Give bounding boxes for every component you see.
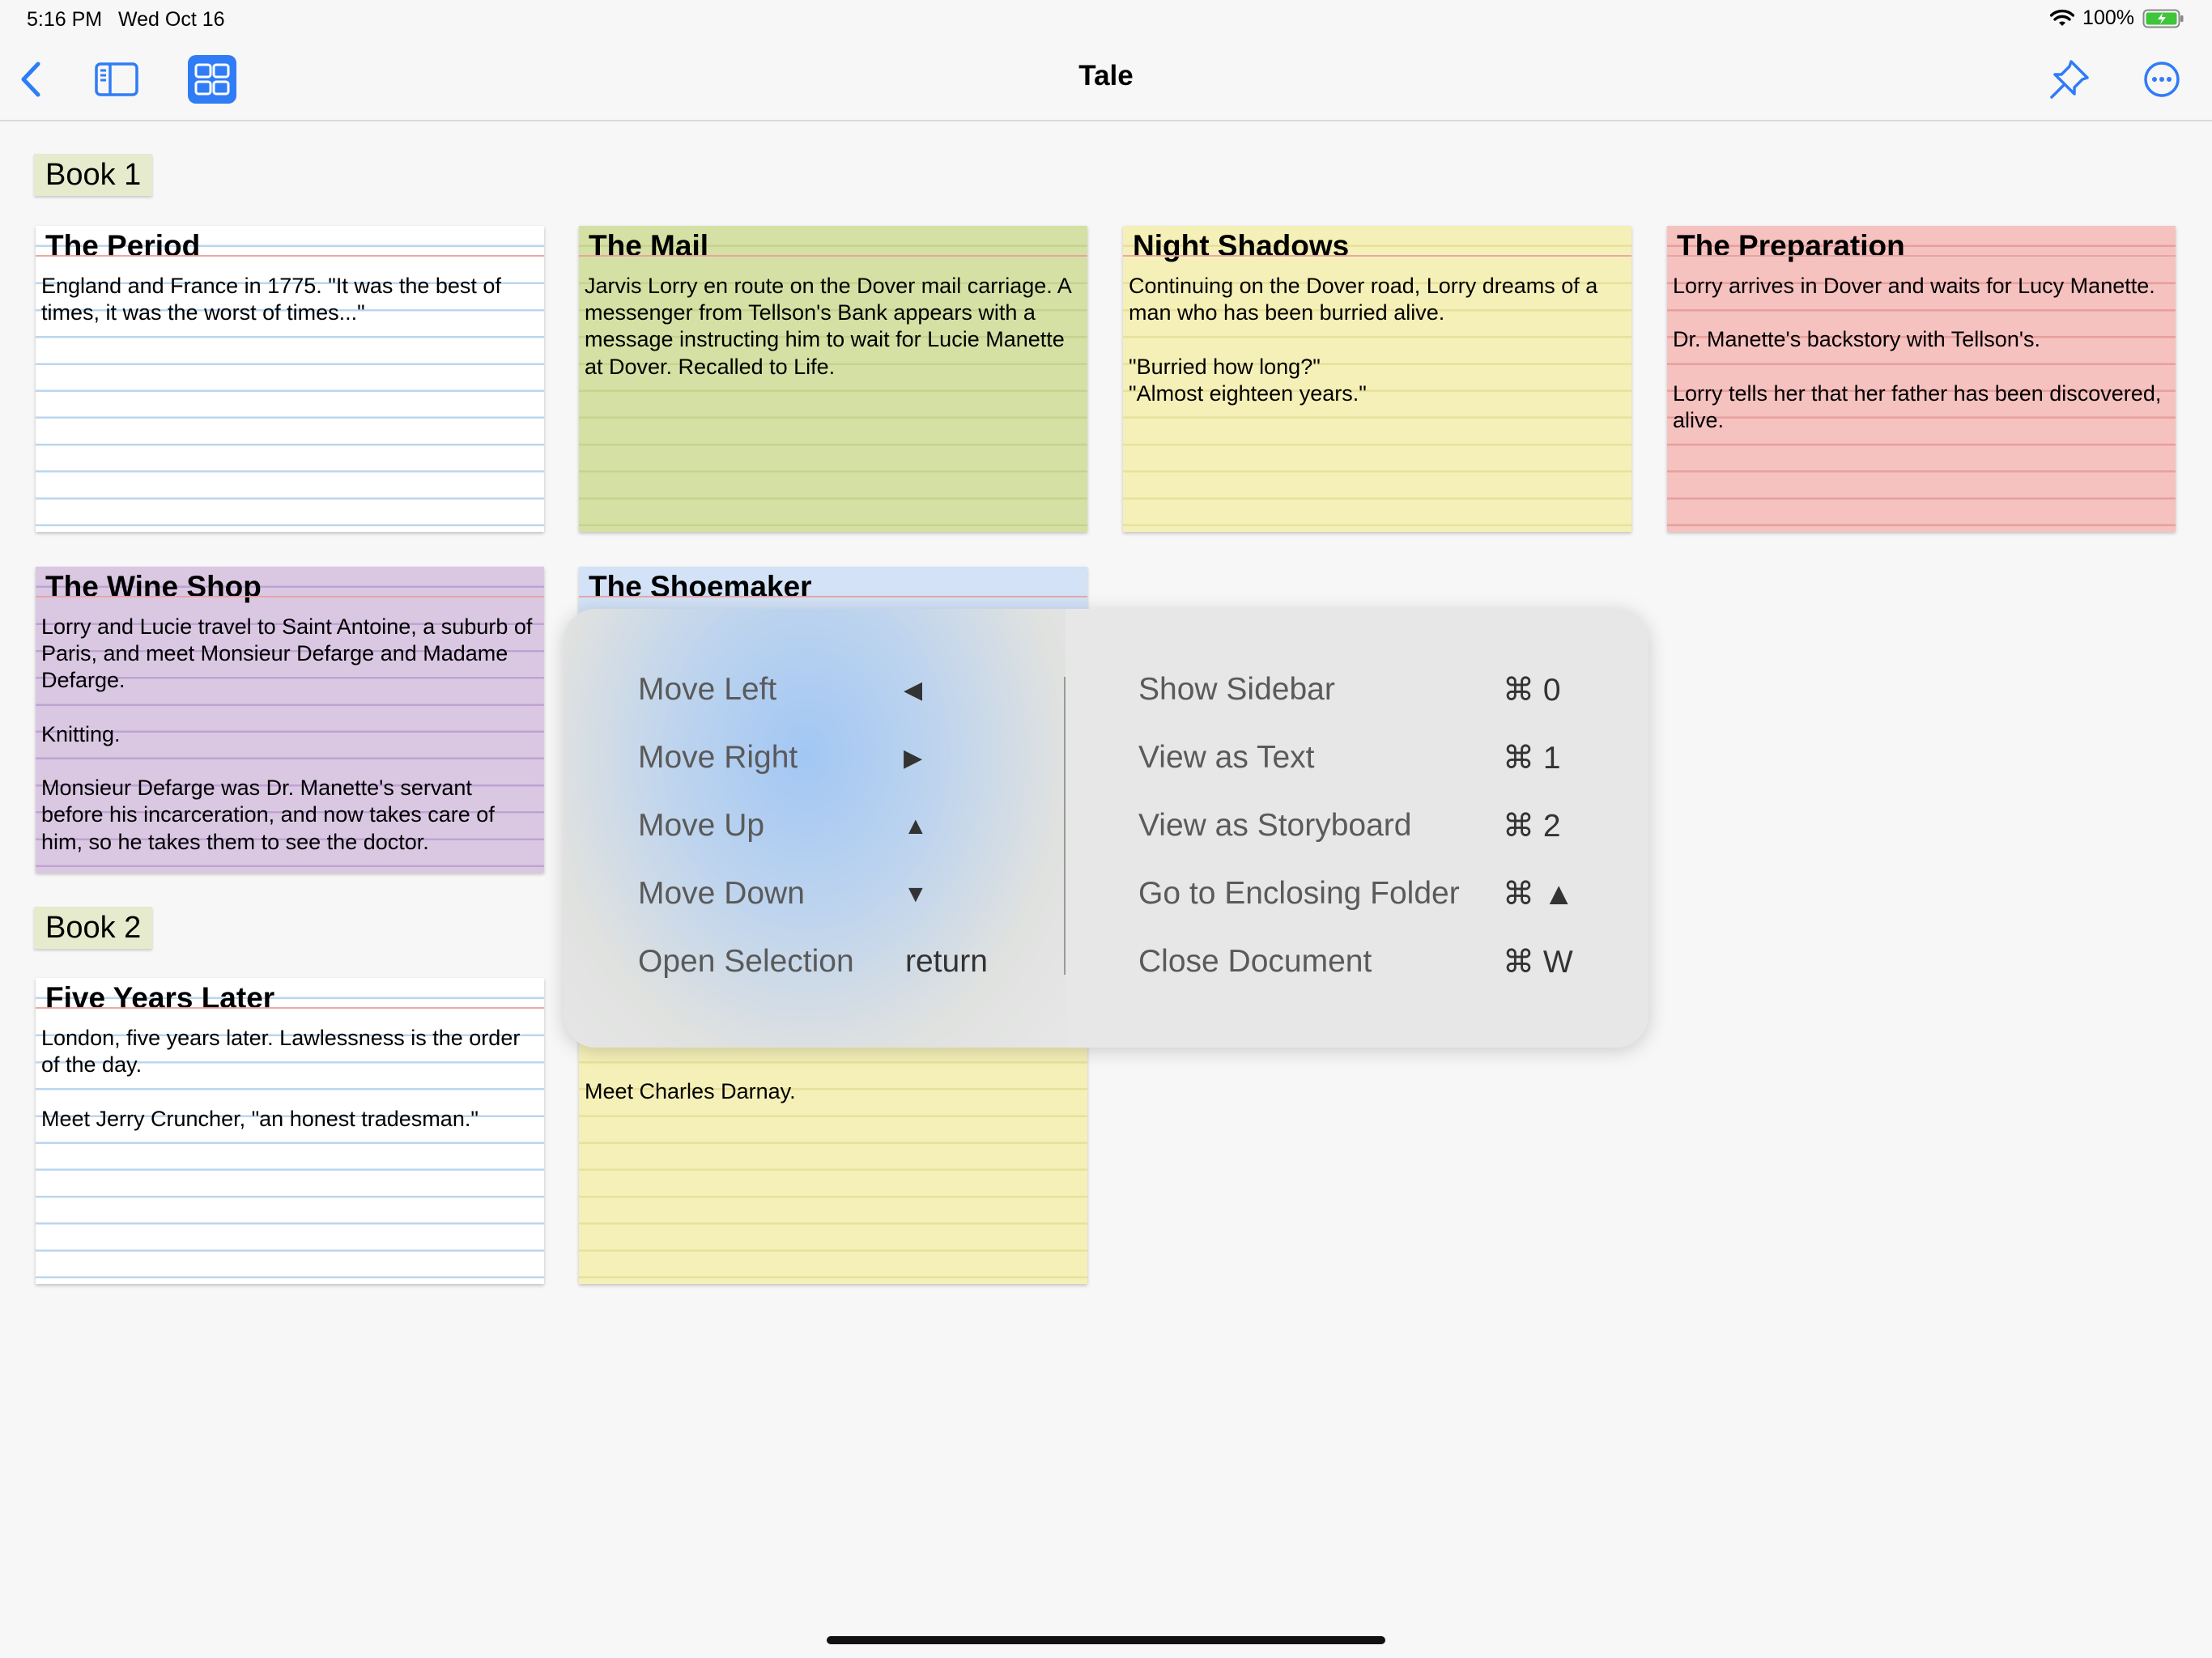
card-title: Five Years Later xyxy=(45,981,275,1014)
shortcut-label[interactable]: Move Left xyxy=(638,672,776,708)
pushpin-icon xyxy=(2050,60,2089,99)
shortcut-label[interactable]: Open Selection xyxy=(638,944,854,980)
index-card[interactable]: Night Shadows Continuing on the Dover ro… xyxy=(1123,226,1631,532)
shortcut-key: ▶ xyxy=(904,745,923,772)
card-body: Continuing on the Dover road, Lorry drea… xyxy=(1129,274,1598,406)
card-title: The Preparation xyxy=(1677,229,1905,262)
home-indicator[interactable] xyxy=(827,1636,1385,1644)
shortcut-label[interactable]: Go to Enclosing Folder xyxy=(1138,876,1460,912)
shortcut-key: ◀ xyxy=(904,677,923,704)
navigation-bar: Tale xyxy=(0,39,2212,121)
shortcut-label[interactable]: Move Right xyxy=(638,740,798,776)
card-body: Jarvis Lorry en route on the Dover mail … xyxy=(585,274,1077,379)
index-card[interactable]: The Mail Jarvis Lorry en route on the Do… xyxy=(579,226,1087,532)
card-body: Lorry and Lucie travel to Saint Antoine,… xyxy=(41,614,533,854)
shortcut-key: ⌘ 0 xyxy=(1503,673,1561,708)
shortcut-key: ▼ xyxy=(904,881,928,908)
status-indicators: 100% xyxy=(2050,6,2184,30)
shortcut-label[interactable]: Show Sidebar xyxy=(1138,672,1335,708)
shortcut-divider xyxy=(1064,677,1066,975)
index-card[interactable]: The Wine Shop Lorry and Lucie travel to … xyxy=(36,567,544,873)
status-bar: 5:16 PM Wed Oct 16 100% xyxy=(0,0,2212,39)
shortcut-label[interactable]: Close Document xyxy=(1138,944,1372,980)
card-body: England and France in 1775. "It was the … xyxy=(41,274,508,325)
shortcut-key: ⌘ 2 xyxy=(1503,809,1561,844)
section-label-book-1[interactable]: Book 1 xyxy=(34,154,153,196)
document-title: Tale xyxy=(1078,60,1134,91)
shortcut-key: ⌘ ▲ xyxy=(1503,877,1575,912)
status-date: Wed Oct 16 xyxy=(118,8,225,31)
card-title: The Period xyxy=(45,229,201,262)
shortcut-key: ⌘ 1 xyxy=(1503,741,1561,776)
section-label-book-2[interactable]: Book 2 xyxy=(34,907,153,949)
card-body: London, five years later. Lawlessness is… xyxy=(41,1026,521,1131)
more-button[interactable] xyxy=(2136,53,2188,105)
shortcut-label[interactable]: View as Text xyxy=(1138,740,1315,776)
status-time: 5:16 PM xyxy=(27,8,103,31)
card-title: The Mail xyxy=(589,229,709,262)
shortcut-label[interactable]: View as Storyboard xyxy=(1138,808,1411,844)
pin-button[interactable] xyxy=(2044,53,2095,105)
card-body: Lorry arrives in Dover and waits for Luc… xyxy=(1673,274,2162,433)
index-card[interactable]: The Preparation Lorry arrives in Dover a… xyxy=(1667,226,2176,532)
index-card[interactable]: The Period England and France in 1775. "… xyxy=(36,226,544,532)
battery-percent: 100% xyxy=(2082,6,2134,29)
shortcut-key: return xyxy=(905,944,988,979)
shortcut-key: ▲ xyxy=(904,813,928,840)
index-card[interactable]: Five Years Later London, five years late… xyxy=(36,978,544,1284)
ellipsis-circle-icon xyxy=(2144,62,2180,97)
wifi-icon xyxy=(2050,9,2075,26)
battery-icon xyxy=(2142,9,2184,28)
card-title: The Wine Shop xyxy=(45,570,262,603)
shortcut-label[interactable]: Move Down xyxy=(638,876,805,912)
shortcut-label[interactable]: Move Up xyxy=(638,808,764,844)
card-title: Night Shadows xyxy=(1133,229,1350,262)
shortcut-key: ⌘ W xyxy=(1503,945,1573,980)
card-title: The Shoemaker xyxy=(589,570,812,603)
keyboard-shortcuts-overlay: Move Left ◀ Move Right ▶ Move Up ▲ Move … xyxy=(564,609,1648,1048)
